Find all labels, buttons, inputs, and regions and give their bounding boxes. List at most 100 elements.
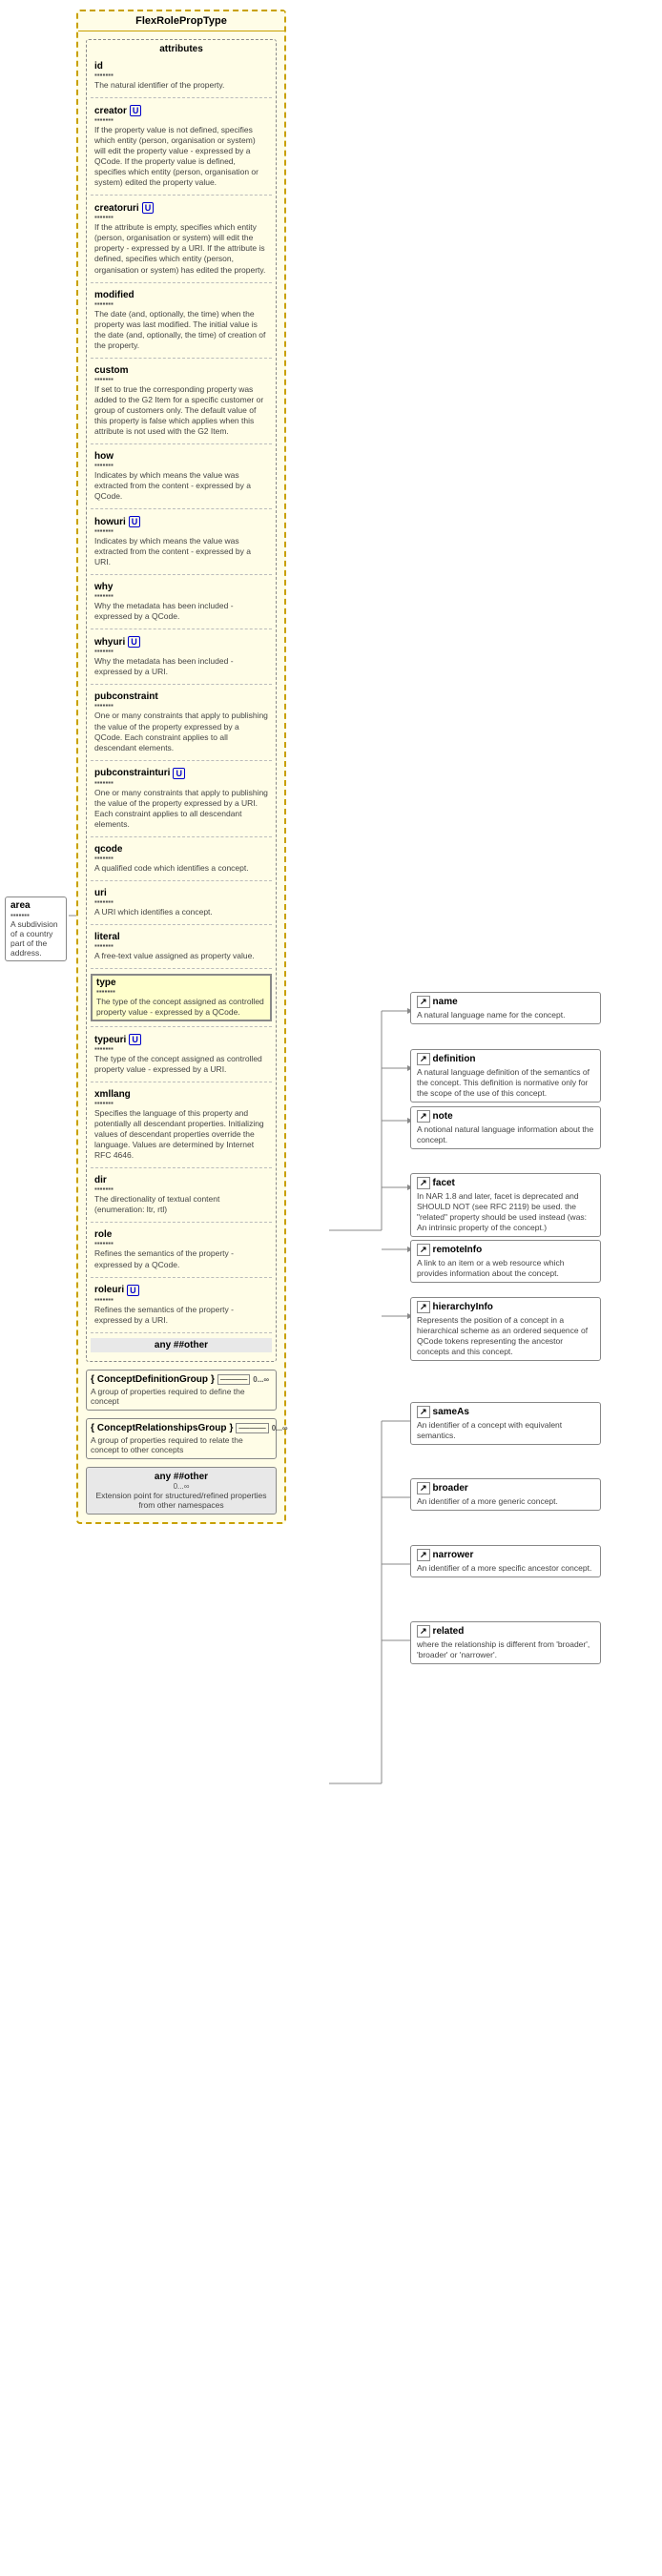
prop-literal-desc: A free-text value assigned as property v… (94, 951, 268, 961)
area-box-desc: A subdivision of a country part of the a… (10, 919, 61, 958)
prop-any-other-name: any ##other (94, 1340, 268, 1350)
right-note-title: ↗ note (417, 1110, 594, 1123)
right-box-remoteinfo: ↗ remoteInfo A link to an item or a web … (410, 1240, 601, 1283)
right-definition-title: ↗ definition (417, 1053, 594, 1065)
right-name-desc: A natural language name for the concept. (417, 1010, 594, 1020)
right-hierarchyinfo-title: ↗ hierarchyInfo (417, 1301, 594, 1313)
prop-custom-desc: If set to true the corresponding propert… (94, 384, 268, 437)
prop-creatoruri-dots: ▪▪▪▪▪▪▪ (94, 214, 268, 221)
right-sameas-desc: An identifier of a concept with equivale… (417, 1420, 594, 1441)
prop-qcode-name: qcode (94, 844, 268, 855)
right-note-desc: A notional natural language information … (417, 1124, 594, 1145)
attributes-title: attributes (91, 44, 272, 54)
right-facet-title: ↗ facet (417, 1177, 594, 1189)
prop-how-desc: Indicates by which means the value was e… (94, 470, 268, 502)
prop-creatoruri: creatoruri U ▪▪▪▪▪▪▪ If the attribute is… (91, 200, 272, 277)
right-narrower-desc: An identifier of a more specific ancesto… (417, 1563, 594, 1574)
prop-uri-name: uri (94, 888, 268, 898)
prop-literal-name: literal (94, 932, 268, 942)
prop-typeuri-desc: The type of the concept assigned as cont… (94, 1054, 268, 1075)
prop-uri-dots: ▪▪▪▪▪▪▪ (94, 898, 268, 906)
prop-typeuri-name: typeuri U (94, 1034, 268, 1045)
prop-qcode-dots: ▪▪▪▪▪▪▪ (94, 855, 268, 862)
cdg-desc: A group of properties required to define… (91, 1387, 272, 1406)
prop-xmllang-desc: Specifies the language of this property … (94, 1108, 268, 1161)
creatoruri-uri-icon: U (142, 202, 155, 214)
right-hierarchyinfo-desc: Represents the position of a concept in … (417, 1315, 594, 1357)
prop-id: id ▪▪▪▪▪▪▪ The natural identifier of the… (91, 59, 272, 93)
prop-why: why ▪▪▪▪▪▪▪ Why the metadata has been in… (91, 580, 272, 624)
right-sameas-title: ↗ sameAs (417, 1406, 594, 1418)
prop-creator-name: creator U (94, 105, 268, 116)
right-box-hierarchyinfo: ↗ hierarchyInfo Represents the position … (410, 1297, 601, 1361)
attributes-section: attributes id ▪▪▪▪▪▪▪ The natural identi… (86, 39, 277, 1362)
crg-title: { ConceptRelationshipsGroup } ───── 0...… (91, 1423, 272, 1433)
prop-id-dots: ▪▪▪▪▪▪▪ (94, 72, 268, 79)
prop-roleuri-desc: Refines the semantics of the property - … (94, 1305, 268, 1326)
prop-howuri: howuri U ▪▪▪▪▪▪▪ Indicates by which mean… (91, 514, 272, 569)
prop-any-other-attrs: any ##other (91, 1338, 272, 1352)
prop-qcode-desc: A qualified code which identifies a conc… (94, 863, 268, 874)
prop-creatoruri-desc: If the attribute is empty, specifies whi… (94, 222, 268, 275)
prop-custom-name: custom (94, 365, 268, 376)
prop-custom: custom ▪▪▪▪▪▪▪ If set to true the corres… (91, 363, 272, 439)
prop-pubconstraint-desc: One or many constraints that apply to pu… (94, 711, 268, 752)
roleuri-uri-icon: U (127, 1285, 139, 1296)
prop-whyuri-desc: Why the metadata has been included - exp… (94, 656, 268, 677)
prop-whyuri: whyuri U ▪▪▪▪▪▪▪ Why the metadata has be… (91, 634, 272, 679)
area-box-dots: ▪▪▪▪▪▪▪ (10, 911, 61, 919)
pubconstrainturi-uri-icon: U (173, 768, 185, 779)
prop-literal: literal ▪▪▪▪▪▪▪ A free-text value assign… (91, 930, 272, 963)
prop-why-desc: Why the metadata has been included - exp… (94, 601, 268, 622)
prop-whyuri-name: whyuri U (94, 636, 268, 648)
prop-modified-dots: ▪▪▪▪▪▪▪ (94, 300, 268, 308)
prop-roleuri-dots: ▪▪▪▪▪▪▪ (94, 1296, 268, 1304)
right-facet-desc: In NAR 1.8 and later, facet is deprecate… (417, 1191, 594, 1233)
any-other-bottom-mult: 0...∞ (91, 1482, 272, 1491)
prop-role: role ▪▪▪▪▪▪▪ Refines the semantics of th… (91, 1227, 272, 1271)
right-definition-desc: A natural language definition of the sem… (417, 1067, 594, 1099)
prop-typeuri-dots: ▪▪▪▪▪▪▪ (94, 1045, 268, 1053)
prop-uri-desc: A URI which identifies a concept. (94, 907, 268, 917)
prop-type-dots: ▪▪▪▪▪▪▪ (96, 988, 266, 996)
prop-creator-dots: ▪▪▪▪▪▪▪ (94, 116, 268, 124)
prop-role-name: role (94, 1229, 268, 1240)
prop-literal-dots: ▪▪▪▪▪▪▪ (94, 942, 268, 950)
prop-roleuri-name: roleuri U (94, 1285, 268, 1296)
whyuri-uri-icon: U (128, 636, 140, 648)
prop-dir-dots: ▪▪▪▪▪▪▪ (94, 1185, 268, 1193)
right-box-name: ↗ name A natural language name for the c… (410, 992, 601, 1024)
typeuri-uri-icon: U (129, 1034, 141, 1045)
prop-pubconstrainturi-desc: One or many constraints that apply to pu… (94, 788, 268, 830)
prop-uri: uri ▪▪▪▪▪▪▪ A URI which identifies a con… (91, 886, 272, 919)
prop-role-dots: ▪▪▪▪▪▪▪ (94, 1240, 268, 1247)
prop-howuri-desc: Indicates by which means the value was e… (94, 536, 268, 567)
prop-type-name: type (96, 978, 266, 988)
any-other-bottom-desc: Extension point for structured/refined p… (91, 1491, 272, 1510)
prop-dir: dir ▪▪▪▪▪▪▪ The directionality of textua… (91, 1173, 272, 1217)
right-box-sameas: ↗ sameAs An identifier of a concept with… (410, 1402, 601, 1445)
prop-whyuri-dots: ▪▪▪▪▪▪▪ (94, 648, 268, 655)
crg-desc: A group of properties required to relate… (91, 1435, 272, 1454)
prop-why-name: why (94, 582, 268, 592)
concept-definition-group-inner: { ConceptDefinitionGroup } ───── 0...∞ A… (86, 1370, 277, 1411)
prop-xmllang-dots: ▪▪▪▪▪▪▪ (94, 1100, 268, 1107)
creator-uri-icon: U (130, 105, 142, 116)
prop-dir-name: dir (94, 1175, 268, 1185)
prop-creator-desc: If the property value is not defined, sp… (94, 125, 268, 188)
prop-role-desc: Refines the semantics of the property - … (94, 1248, 268, 1269)
right-remoteinfo-title: ↗ remoteInfo (417, 1244, 594, 1256)
right-box-facet: ↗ facet In NAR 1.8 and later, facet is d… (410, 1173, 601, 1237)
prop-typeuri: typeuri U ▪▪▪▪▪▪▪ The type of the concep… (91, 1032, 272, 1077)
howuri-uri-icon: U (129, 516, 141, 527)
prop-dir-desc: The directionality of textual content (e… (94, 1194, 268, 1215)
right-box-narrower: ↗ narrower An identifier of a more speci… (410, 1545, 601, 1577)
prop-pubconstrainturi-dots: ▪▪▪▪▪▪▪ (94, 779, 268, 787)
concept-relationships-group-inner: { ConceptRelationshipsGroup } ───── 0...… (86, 1418, 277, 1459)
any-other-bottom-box: any ##other 0...∞ Extension point for st… (86, 1467, 277, 1515)
prop-modified-name: modified (94, 290, 268, 300)
prop-id-name: id (94, 61, 268, 72)
prop-pubconstraint-name: pubconstraint (94, 691, 268, 702)
right-box-related: ↗ related where the relationship is diff… (410, 1621, 601, 1664)
prop-pubconstrainturi: pubconstrainturi U ▪▪▪▪▪▪▪ One or many c… (91, 766, 272, 832)
